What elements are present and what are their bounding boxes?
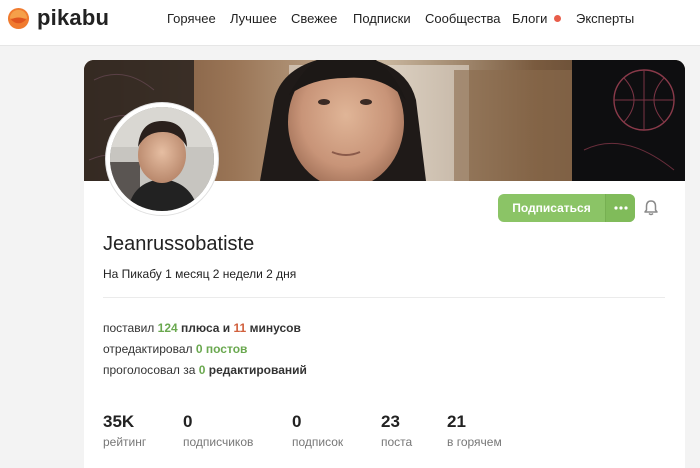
subscribe-button[interactable]: Подписаться bbox=[498, 194, 605, 222]
profile-username: Jeanrussobatiste bbox=[103, 233, 255, 255]
avatar[interactable] bbox=[106, 103, 218, 215]
edits-line: отредактировал 0 постов bbox=[103, 342, 247, 357]
nav-item-blogs[interactable]: Блоги bbox=[512, 11, 562, 27]
votes-prefix: поставил bbox=[103, 321, 155, 335]
metric-followers[interactable]: 0 подписчиков bbox=[183, 412, 253, 450]
votes-given-line: поставил 124 плюса и 11 минусов bbox=[103, 321, 301, 336]
minuses-label: минусов bbox=[249, 321, 301, 335]
posts-edited-count[interactable]: 0 bbox=[196, 342, 203, 356]
pluses-label: плюса и bbox=[181, 321, 231, 335]
nav-item-subscriptions[interactable]: Подписки bbox=[353, 11, 411, 27]
more-options-button[interactable] bbox=[605, 194, 635, 222]
metric-following[interactable]: 0 подписок bbox=[292, 412, 343, 450]
voted-edits-prefix: проголосовал за bbox=[103, 363, 196, 377]
metric-label: подписок bbox=[292, 435, 344, 449]
pluses-count: 124 bbox=[157, 321, 178, 335]
metric-value: 0 bbox=[292, 412, 302, 431]
top-navigation-bar: pikabu Горячее Лучшее Свежее Подписки Со… bbox=[0, 0, 700, 46]
member-since-text: На Пикабу 1 месяц 2 недели 2 дня bbox=[103, 267, 297, 281]
bell-icon[interactable] bbox=[642, 199, 660, 217]
edits-voted-count: 0 bbox=[198, 363, 206, 377]
edited-prefix: отредактировал bbox=[103, 342, 193, 356]
nav-item-best[interactable]: Лучшее bbox=[230, 11, 277, 27]
metric-label: рейтинг bbox=[103, 435, 147, 449]
nav-item-blogs-label: Блоги bbox=[512, 11, 548, 26]
nav-item-fresh[interactable]: Свежее bbox=[291, 11, 337, 27]
nav-item-communities[interactable]: Сообщества bbox=[425, 11, 501, 27]
metric-hot[interactable]: 21 в горячем bbox=[447, 412, 502, 450]
brand-name: pikabu bbox=[37, 5, 110, 30]
metric-value: 23 bbox=[381, 412, 400, 431]
notification-dot-icon bbox=[554, 15, 562, 22]
ellipsis-icon bbox=[613, 206, 628, 210]
metric-label: подписчиков bbox=[183, 435, 254, 449]
pikabu-logo[interactable]: pikabu bbox=[7, 6, 109, 30]
metric-value: 0 bbox=[183, 412, 193, 431]
posts-edited-label[interactable]: постов bbox=[206, 342, 248, 356]
divider bbox=[103, 297, 665, 298]
metric-value: 21 bbox=[447, 412, 466, 431]
metric-label: в горячем bbox=[447, 435, 502, 449]
edit-votes-line: проголосовал за 0 редактирований bbox=[103, 363, 307, 378]
pikabu-logo-icon bbox=[7, 7, 30, 29]
edits-voted-label: редактирований bbox=[208, 363, 307, 377]
metric-label: поста bbox=[381, 435, 413, 449]
metric-rating: 35K рейтинг bbox=[103, 412, 146, 450]
metric-value: 35K bbox=[103, 412, 135, 431]
metric-posts[interactable]: 23 поста bbox=[381, 412, 412, 450]
nav-item-experts[interactable]: Эксперты bbox=[576, 11, 634, 27]
nav-item-hot[interactable]: Горячее bbox=[167, 11, 216, 27]
profile-card: Подписаться Jeanrussobatiste На Пикабу 1… bbox=[84, 60, 685, 468]
avatar-photo bbox=[110, 107, 214, 211]
minuses-count: 11 bbox=[233, 321, 247, 335]
subscribe-button-group: Подписаться bbox=[498, 194, 635, 222]
